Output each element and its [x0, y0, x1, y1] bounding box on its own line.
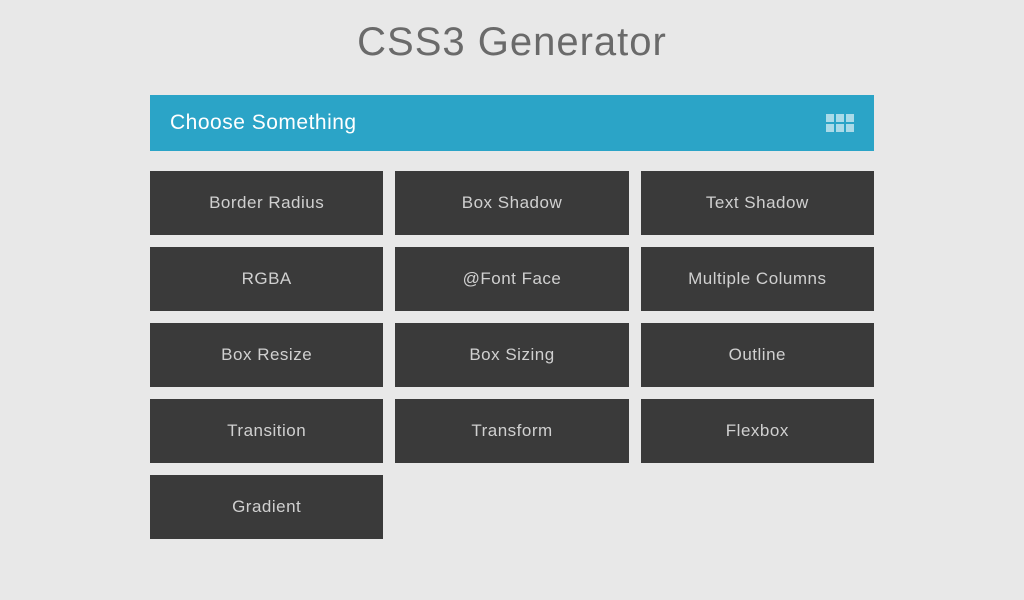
option-multiple-columns[interactable]: Multiple Columns	[641, 247, 874, 311]
options-grid: Border Radius Box Shadow Text Shadow RGB…	[150, 171, 874, 539]
option-border-radius[interactable]: Border Radius	[150, 171, 383, 235]
option-transition[interactable]: Transition	[150, 399, 383, 463]
option-box-resize[interactable]: Box Resize	[150, 323, 383, 387]
option-label: Transition	[227, 421, 306, 440]
option-label: Transform	[471, 421, 552, 440]
option-label: Multiple Columns	[688, 269, 826, 288]
option-box-sizing[interactable]: Box Sizing	[395, 323, 628, 387]
option-text-shadow[interactable]: Text Shadow	[641, 171, 874, 235]
option-font-face[interactable]: @Font Face	[395, 247, 628, 311]
grid-icon	[826, 114, 854, 132]
option-outline[interactable]: Outline	[641, 323, 874, 387]
option-label: Gradient	[232, 497, 301, 516]
option-label: Box Shadow	[462, 193, 562, 212]
option-box-shadow[interactable]: Box Shadow	[395, 171, 628, 235]
selector-bar[interactable]: Choose Something	[150, 95, 874, 151]
option-flexbox[interactable]: Flexbox	[641, 399, 874, 463]
option-label: Text Shadow	[706, 193, 809, 212]
main-container: CSS3 Generator Choose Something Border R…	[150, 0, 874, 539]
option-gradient[interactable]: Gradient	[150, 475, 383, 539]
option-rgba[interactable]: RGBA	[150, 247, 383, 311]
option-transform[interactable]: Transform	[395, 399, 628, 463]
option-label: Outline	[729, 345, 786, 364]
option-label: Border Radius	[209, 193, 324, 212]
option-label: Box Resize	[221, 345, 312, 364]
option-label: @Font Face	[463, 269, 562, 288]
selector-label: Choose Something	[170, 111, 357, 135]
option-label: RGBA	[242, 269, 292, 288]
option-label: Flexbox	[726, 421, 789, 440]
page-title: CSS3 Generator	[150, 20, 874, 65]
option-label: Box Sizing	[469, 345, 554, 364]
